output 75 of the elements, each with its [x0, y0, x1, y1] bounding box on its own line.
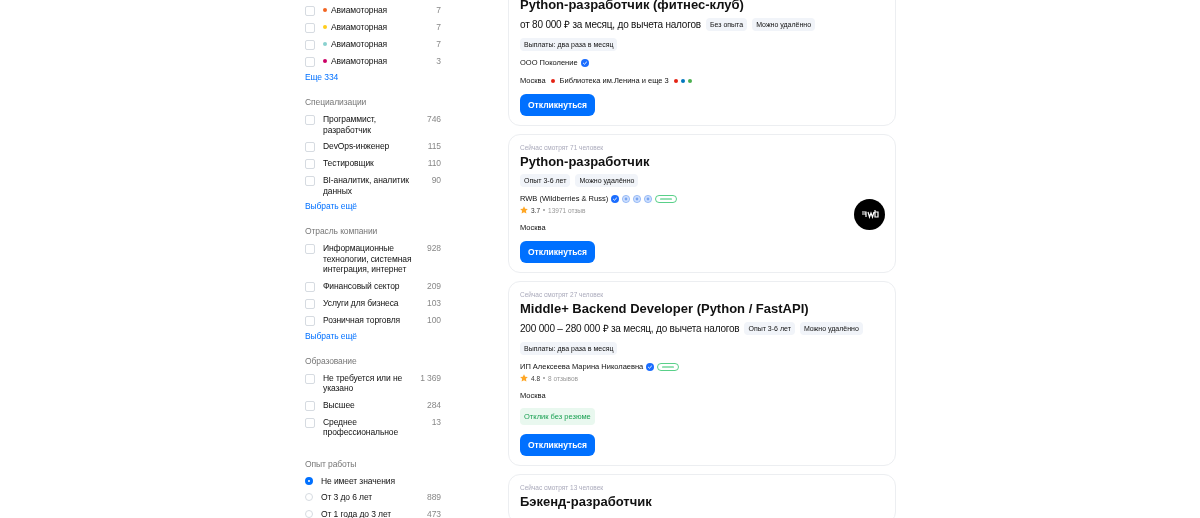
filter-heading: Образование — [305, 355, 357, 366]
salary-text: 200 000 – 280 000 ₽ за месяц, до вычета налогов — [520, 322, 740, 335]
checkbox[interactable] — [305, 23, 315, 33]
filter-option-label[interactable]: Высшее — [323, 399, 355, 410]
verified-icon — [611, 194, 620, 203]
option-count: 110 — [427, 158, 441, 168]
filter-option-label[interactable]: Не требуется или не указано — [323, 372, 417, 394]
checkbox[interactable] — [305, 244, 315, 254]
option-count: 928 — [427, 243, 441, 253]
show-more-link[interactable]: Выбрать ещё — [305, 330, 357, 341]
option-count: 115 — [427, 141, 441, 151]
show-more-link[interactable]: Выбрать ещё — [305, 201, 357, 211]
vacancy-title[interactable]: Python-разработчик — [520, 155, 650, 169]
checkbox[interactable] — [305, 315, 315, 326]
checkbox[interactable] — [305, 159, 315, 169]
apply-button[interactable]: Откликнуться — [520, 94, 596, 116]
filter-heading: Отрасль компании — [305, 226, 378, 236]
filter-option-label[interactable]: От 3 до 6 лет — [321, 492, 373, 503]
filter-option-label[interactable]: Тестировщик — [323, 158, 374, 169]
checkbox[interactable] — [305, 400, 315, 411]
checkbox[interactable] — [305, 6, 315, 16]
online-badge-icon — [657, 362, 680, 371]
option-count: 1 369 — [420, 372, 441, 383]
option-count: 209 — [427, 280, 441, 291]
option-count: 3 — [436, 56, 441, 66]
filter-option-label[interactable]: Авиамоторная — [331, 56, 388, 67]
option-count: 7 — [436, 39, 441, 49]
option-count: 284 — [427, 399, 441, 410]
vacancy-title[interactable]: Бэкенд-разработчик — [520, 495, 652, 509]
checkbox[interactable] — [305, 57, 315, 67]
option-count: 746 — [427, 114, 441, 124]
checkbox[interactable] — [305, 115, 315, 125]
vacancy-title[interactable]: Python-разработчик (фитнес-клуб) — [520, 0, 744, 12]
checkbox[interactable] — [305, 176, 315, 186]
filter-heading: Опыт работы — [305, 458, 357, 469]
filter-heading: Специализации — [305, 97, 367, 107]
checkbox[interactable] — [305, 298, 315, 309]
radio-button[interactable] — [305, 476, 313, 485]
checkbox[interactable] — [305, 40, 315, 50]
option-count: 103 — [427, 297, 441, 308]
star-icon — [520, 374, 528, 382]
filter-option-label[interactable]: От 1 года до 3 лет — [321, 508, 392, 518]
apply-button[interactable]: Откликнуться — [520, 434, 596, 456]
verified-icon — [580, 58, 589, 67]
verified-icon — [646, 362, 655, 371]
option-count: 889 — [427, 492, 441, 502]
company-logo — [854, 199, 885, 230]
filter-option-label[interactable]: BI-аналитик, аналитик данных — [323, 175, 417, 196]
filter-option-label[interactable]: Розничная торговля — [323, 314, 401, 325]
filter-option-label[interactable]: Программист, разработчик — [323, 114, 417, 135]
checkbox[interactable] — [305, 373, 315, 384]
filter-option-label[interactable]: Среднее профессиональное — [323, 416, 417, 438]
apply-button[interactable]: Откликнуться — [520, 241, 596, 263]
option-count: 7 — [436, 22, 441, 32]
filter-option-label[interactable]: DevOps-инженер — [323, 141, 390, 152]
star-icon — [520, 206, 528, 214]
checkbox[interactable] — [305, 281, 315, 292]
vacancy-title[interactable]: Middle+ Backend Developer (Python / FastAPI) — [520, 302, 809, 316]
filter-option-label[interactable]: Авиамоторная — [331, 5, 388, 16]
online-badge-icon — [655, 194, 678, 203]
filter-option-label[interactable]: Финансовый сектор — [323, 280, 400, 291]
filter-option-label[interactable]: Информационные технологии, системная интеграция, интернет — [323, 243, 417, 275]
option-count: 13 — [431, 416, 441, 427]
filter-option-label[interactable]: Авиамоторная — [331, 22, 388, 33]
option-count: 7 — [436, 5, 441, 15]
option-count: 90 — [431, 175, 441, 185]
filter-option-label[interactable]: Услуги для бизнеса — [323, 297, 399, 308]
checkbox[interactable] — [305, 142, 315, 152]
filter-option-label[interactable]: Авиамоторная — [331, 39, 388, 50]
option-count: 473 — [427, 508, 441, 518]
filter-option-label[interactable]: Не имеет значения — [321, 475, 395, 486]
show-more-link[interactable]: Еще 334 — [305, 72, 339, 82]
checkbox[interactable] — [305, 417, 315, 428]
salary-text: от 80 000 ₽ за месяц, до вычета налогов — [520, 18, 701, 31]
option-count: 100 — [427, 314, 441, 325]
